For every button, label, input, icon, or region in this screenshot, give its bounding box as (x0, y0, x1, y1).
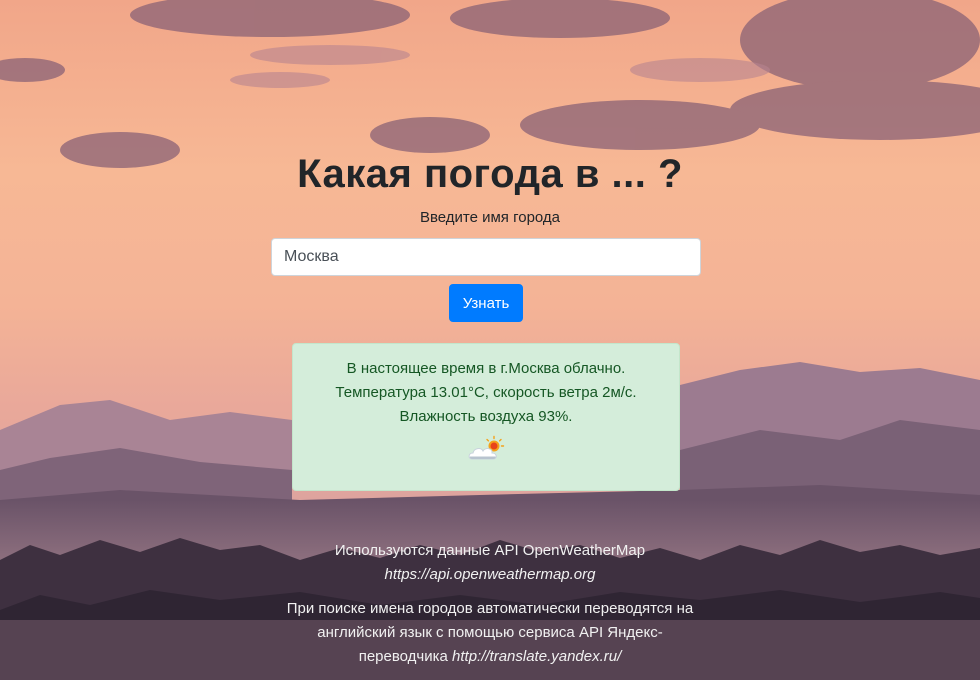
weather-temperature-wind: Температура 13.01°C, скорость ветра 2м/с… (335, 384, 637, 401)
weather-result-alert: В настоящее время в г.Москва облачно. Те… (292, 343, 680, 491)
partly-cloudy-icon (468, 435, 505, 460)
footer-translate-link[interactable]: http://translate.yandex.ru/ (452, 648, 621, 665)
footer-api-text: Используются данные API OpenWeatherMap (334, 542, 646, 559)
footer-translate-text-2: английский язык с помощью сервиса API Ян… (317, 624, 663, 641)
city-input[interactable] (271, 238, 701, 276)
city-input-label: Введите имя города (419, 209, 561, 226)
submit-button[interactable]: Узнать (449, 284, 523, 322)
weather-description: В настоящее время в г.Москва облачно. (346, 360, 626, 377)
page-content: Какая погода в ... ? Введите имя города … (0, 0, 980, 680)
footer-translate-line-3: переводчика http://translate.yandex.ru/ (0, 645, 980, 669)
footer-api-link[interactable]: https://api.openweathermap.org (0, 563, 980, 587)
footer: Используются данные API OpenWeatherMap h… (0, 539, 980, 669)
footer-translate-text-1: При поиске имена городов автоматически п… (286, 600, 694, 617)
page-title: Какая погода в ... ? (297, 152, 683, 196)
weather-humidity: Влажность воздуха 93%. (399, 408, 573, 425)
footer-translate-text-3: переводчика (358, 648, 453, 665)
